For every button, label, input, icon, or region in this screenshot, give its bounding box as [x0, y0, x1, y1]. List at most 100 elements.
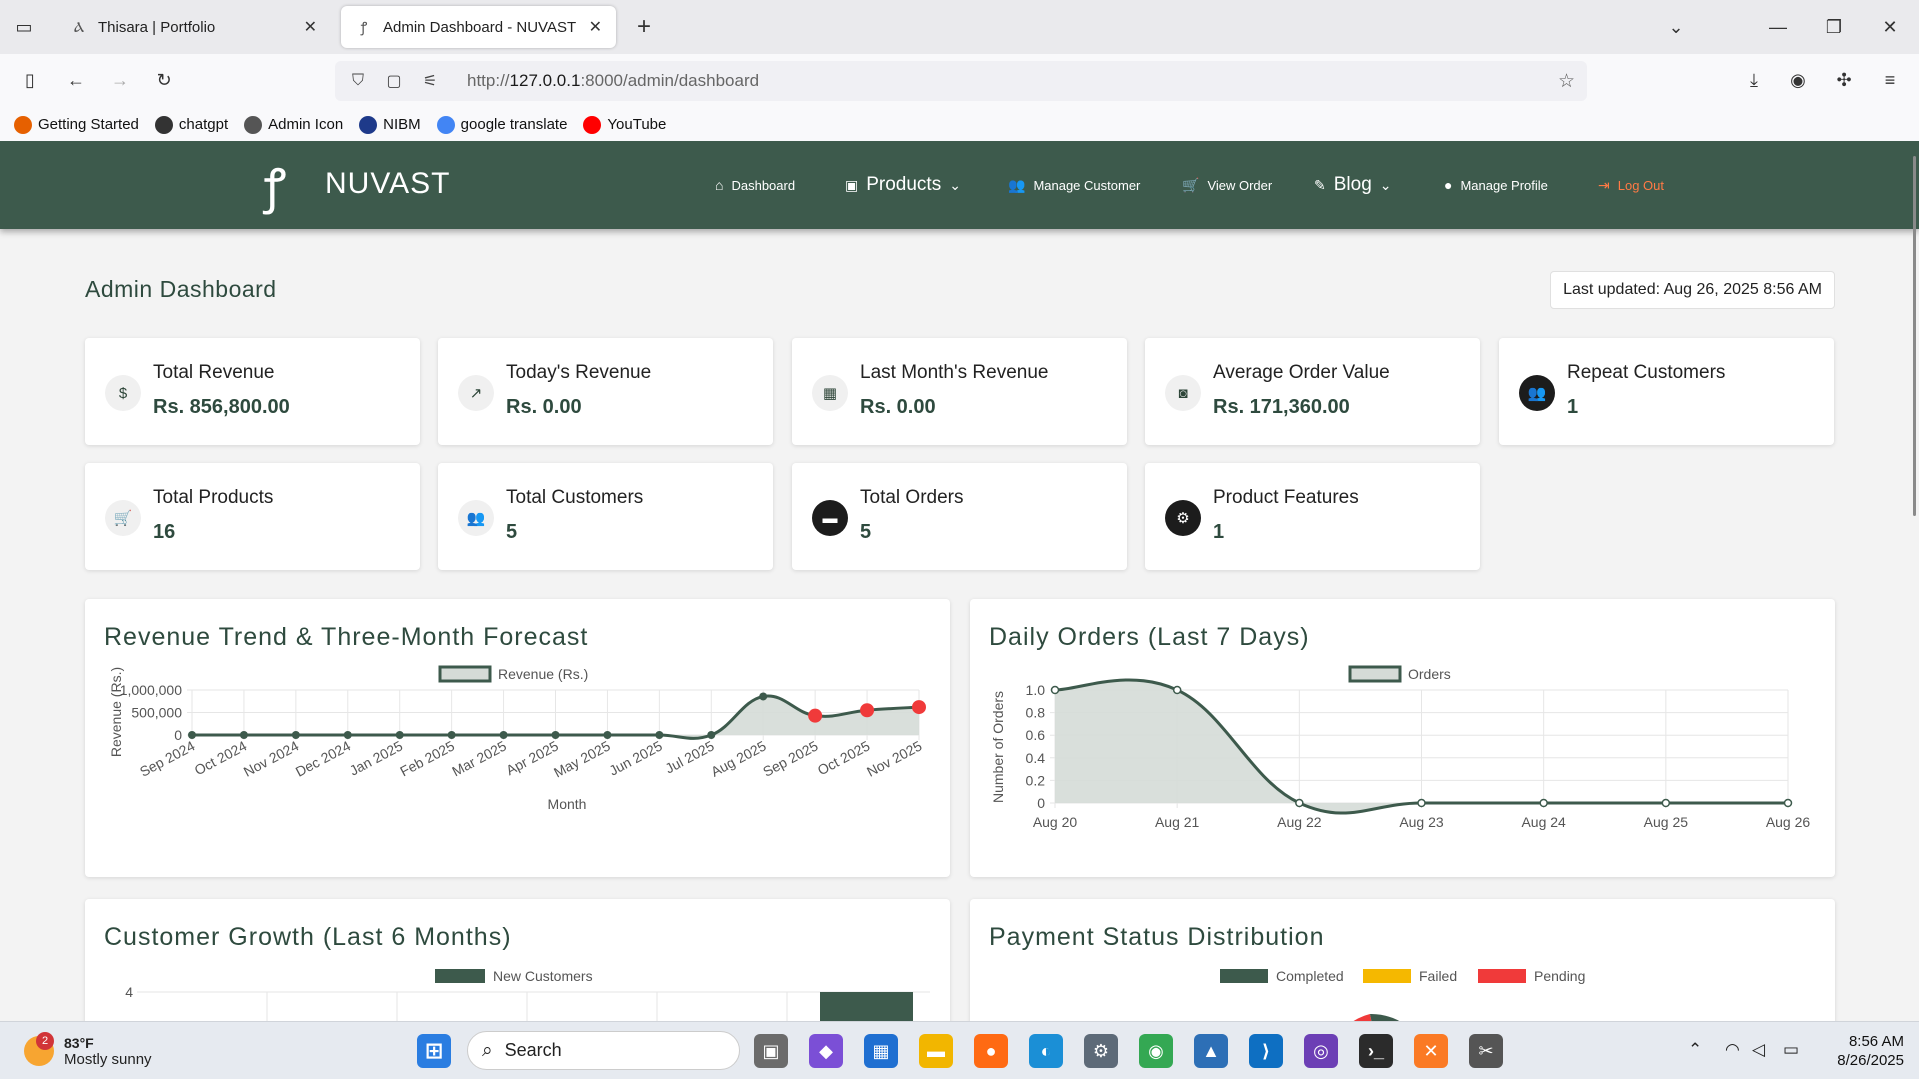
weather-widget[interactable]: 2 83°F Mostly sunny	[24, 1028, 152, 1074]
stat-card-repeat-customers: 👥 Repeat Customers 1	[1499, 338, 1834, 445]
url-text[interactable]: http://127.0.0.1:8000/admin/dashboard	[467, 71, 759, 91]
y-axis-label: Revenue (Rs.)	[108, 667, 124, 757]
bookmark-favicon-icon	[436, 115, 455, 134]
tab-portfolio[interactable]: Ⲁ Thisara | Portfolio ✕	[56, 6, 331, 48]
page-icon[interactable]: ▢	[381, 71, 407, 91]
y-tick-label: 0.6	[1026, 727, 1046, 743]
legend-label: Orders	[1408, 666, 1451, 682]
stat-card-total-revenue: $ Total Revenue Rs. 856,800.00	[85, 338, 420, 445]
stat-value: Rs. 0.00	[506, 396, 582, 418]
account-icon[interactable]: ◉	[1782, 64, 1814, 96]
nuvast-logo[interactable]: ꝭ	[255, 153, 295, 217]
nav-label: View Order	[1207, 177, 1273, 193]
daily-orders-panel: Daily Orders (Last 7 Days) Orders Aug 20 A…	[970, 599, 1835, 877]
page-title: Admin Dashboard	[85, 276, 277, 302]
close-icon[interactable]: ✕	[589, 17, 602, 37]
permissions-icon[interactable]: ⚟	[417, 71, 443, 91]
nav-manage-profile[interactable]: ● Manage Profile	[1444, 141, 1548, 229]
stat-card-total-customers: 👥 Total Customers 5	[438, 463, 773, 570]
bookmark-label: Admin Icon	[268, 116, 344, 133]
bookmark-item[interactable]: YouTube	[583, 115, 667, 134]
address-bar[interactable]: ⛉ ▢ ⚟ http://127.0.0.1:8000/admin/dashbo…	[335, 61, 1587, 101]
sidebar-icon[interactable]: ▯	[14, 64, 46, 96]
taskbar-search[interactable]: ⌕ Search	[467, 1031, 740, 1070]
firefox-icon[interactable]: ●	[974, 1034, 1008, 1068]
stat-label: Repeat Customers	[1567, 362, 1726, 383]
shield-icon[interactable]: ⛉	[345, 72, 371, 90]
bookmark-item[interactable]: Getting Started	[14, 115, 139, 134]
payment-status-panel: Payment Status Distribution Completed Fai…	[970, 899, 1835, 1021]
tab-overview-icon[interactable]: ▭	[8, 12, 40, 42]
bookmark-label: chatgpt	[178, 116, 229, 133]
volume-icon[interactable]: ◁	[1752, 1040, 1765, 1060]
terminal-icon[interactable]: ›_	[1359, 1034, 1393, 1068]
dollar-icon: $	[105, 375, 141, 411]
restore-button[interactable]: ❐	[1818, 12, 1850, 42]
download-icon[interactable]: ⤓	[1738, 64, 1770, 96]
settings-icon[interactable]: ⚙	[1084, 1034, 1118, 1068]
vscode-icon[interactable]: ⟩	[1249, 1034, 1283, 1068]
x-tick-label: Jun 2025	[606, 737, 665, 778]
clock-time: 8:56 AM	[1848, 1033, 1904, 1050]
minimize-button[interactable]: —	[1762, 12, 1794, 42]
close-icon[interactable]: ✕	[304, 17, 317, 37]
edge-icon[interactable]: ◐	[1029, 1034, 1063, 1068]
task-view-icon[interactable]: ▣	[754, 1034, 788, 1068]
customer-growth-panel: Customer Growth (Last 6 Months) New Cust…	[85, 899, 950, 1021]
nav-view-order[interactable]: 🛒 View Order	[1182, 141, 1272, 229]
bookmark-label: YouTube	[607, 116, 667, 133]
close-window-button[interactable]: ✕	[1874, 12, 1906, 42]
bookmark-item[interactable]: Admin Icon	[244, 115, 344, 134]
x-tick-label: Aug 20	[1033, 814, 1078, 830]
pie-slice-completed	[1370, 1013, 1400, 1021]
xampp-icon[interactable]: ✕	[1414, 1034, 1448, 1068]
chrome-icon[interactable]: ◉	[1139, 1034, 1173, 1068]
revenue-trend-panel: Revenue Trend & Three-Month Forecast Rev…	[85, 599, 950, 877]
file-explorer-icon[interactable]: ▬	[919, 1034, 953, 1068]
legend-swatch	[1220, 969, 1268, 983]
chevron-down-icon: ⌄	[949, 176, 961, 193]
forecast-point	[912, 700, 926, 715]
nav-manage-customer[interactable]: 👥 Manage Customer	[1008, 141, 1140, 229]
extensions-icon[interactable]: ✣	[1828, 64, 1860, 96]
stat-card-todays-revenue: ↗ Today's Revenue Rs. 0.00	[438, 338, 773, 445]
data-point	[759, 692, 768, 701]
system-clock[interactable]: 8:56 AM 8/26/2025	[1820, 1032, 1904, 1070]
legend-swatch	[435, 969, 485, 983]
page-scrollbar[interactable]	[1913, 156, 1916, 516]
copilot-icon[interactable]: ◆	[809, 1034, 843, 1068]
forecast-point	[860, 703, 875, 718]
store-icon[interactable]: ▦	[864, 1034, 898, 1068]
chevron-up-icon[interactable]: ⌃	[1688, 1040, 1702, 1060]
github-icon[interactable]: ◎	[1304, 1034, 1338, 1068]
photos-icon[interactable]: ▲	[1194, 1034, 1228, 1068]
tab-admin-dashboard[interactable]: ꝭ Admin Dashboard - NUVAST Fu ✕	[341, 6, 616, 48]
nav-blog[interactable]: ✎ Blog ⌄	[1314, 141, 1400, 229]
new-tab-button[interactable]: +	[628, 12, 660, 42]
tab-list-icon[interactable]: ⌄	[1660, 12, 1692, 42]
bookmark-item[interactable]: chatgpt	[154, 115, 229, 134]
menu-icon[interactable]: ≡	[1874, 64, 1906, 96]
stat-value: 1	[1567, 396, 1579, 418]
nav-products[interactable]: ▣ Products ⌄	[845, 141, 969, 229]
bookmark-favicon-icon	[154, 115, 173, 134]
battery-icon[interactable]: ▭	[1783, 1040, 1799, 1060]
brand-name[interactable]: NUVAST	[325, 167, 450, 201]
bookmark-item[interactable]: NIBM	[359, 115, 421, 134]
user-icon: ●	[1444, 177, 1453, 193]
snipping-tool-icon[interactable]: ✂	[1469, 1034, 1503, 1068]
reload-button[interactable]: ↻	[148, 64, 180, 96]
nav-log-out[interactable]: ⇥ Log Out	[1598, 141, 1664, 229]
x-tick-label: Aug 2025	[708, 737, 769, 779]
nav-dashboard[interactable]: ⌂ Dashboard	[715, 141, 795, 229]
wifi-icon[interactable]: ◠	[1725, 1040, 1740, 1060]
bookmark-item[interactable]: google translate	[436, 115, 567, 134]
bookmark-star-icon[interactable]: ☆	[1558, 70, 1575, 93]
windows-start-icon[interactable]: ⊞	[417, 1034, 451, 1068]
nav-label: Manage Customer	[1033, 177, 1141, 193]
x-tick-label: Aug 22	[1277, 814, 1322, 830]
stat-label: Product Features	[1213, 487, 1359, 508]
notification-badge: 2	[36, 1032, 54, 1050]
back-button[interactable]: ←	[60, 64, 92, 96]
forward-button[interactable]: →	[104, 64, 136, 96]
